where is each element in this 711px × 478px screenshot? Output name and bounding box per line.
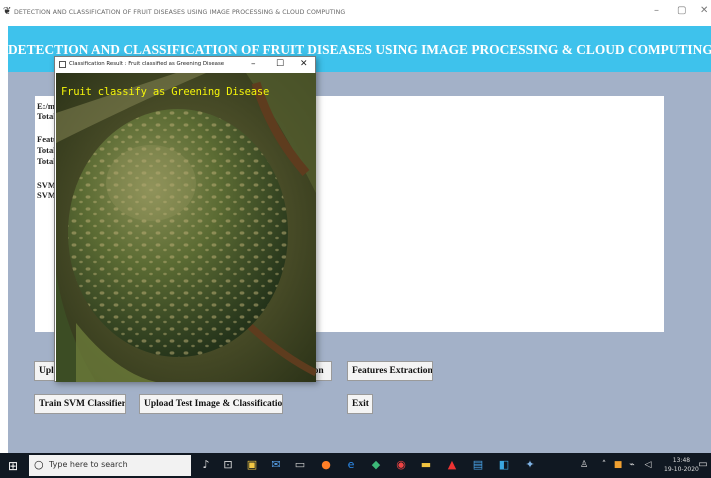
notification-icon[interactable]: ▭ [695, 457, 711, 473]
train-svm-button[interactable]: Train SVM Classifier [34, 394, 126, 414]
window-title: DETECTION AND CLASSIFICATION OF FRUIT DI… [14, 9, 346, 16]
file-explorer-icon[interactable]: ▬ [418, 457, 434, 473]
features-extraction-button[interactable]: Features Extraction [347, 361, 433, 381]
windows-start-icon[interactable]: ⊞ [8, 459, 18, 473]
firefox-icon[interactable]: ● [318, 457, 334, 473]
popup-restore-button[interactable]: ☐ [276, 59, 284, 69]
edge-icon[interactable]: e [343, 457, 359, 473]
search-icon: ○ [34, 458, 44, 471]
minimize-button[interactable]: – [654, 5, 659, 16]
fruit-image: Fruit classify as Greening Disease [56, 73, 316, 382]
clock-date: 19-10-2020 [664, 466, 699, 473]
pdf-icon[interactable]: ▲ [444, 457, 460, 473]
search-placeholder: Type here to search [49, 460, 128, 469]
classification-overlay-text: Fruit classify as Greening Disease [61, 86, 270, 98]
popup-close-button[interactable]: ✕ [300, 59, 308, 69]
popup-title: Classification Result : Fruit classified… [69, 61, 225, 67]
popup-titlebar: Classification Result : Fruit classified… [55, 57, 315, 73]
window-titlebar: ❦ DETECTION AND CLASSIFICATION OF FRUIT … [0, 0, 711, 26]
close-button[interactable]: ✕ [700, 5, 708, 16]
chrome-icon[interactable]: ◉ [393, 457, 409, 473]
output-line: Total [37, 145, 56, 155]
upload-test-image-button[interactable]: Upload Test Image & Classification [139, 394, 283, 414]
task-view-icon[interactable]: ⊡ [220, 457, 236, 473]
window-icon [59, 61, 66, 68]
restore-button[interactable]: ▢ [677, 5, 686, 16]
output-line: E:/m [37, 101, 55, 111]
clock-time: 13:48 [672, 457, 691, 464]
mail-icon[interactable]: ✉ [268, 457, 284, 473]
taskbar: ⊞ ○ Type here to search ♪ ⊡ ▣ ✉ ▭ ● e ◆ … [0, 453, 711, 478]
volume-icon[interactable]: ◁ [640, 457, 656, 473]
app-icon[interactable]: ◆ [368, 457, 384, 473]
store-icon[interactable]: ▣ [244, 457, 260, 473]
vscode-icon[interactable]: ◧ [496, 457, 512, 473]
classification-result-window[interactable]: Classification Result : Fruit classified… [54, 56, 316, 382]
popup-minimize-button[interactable]: – [251, 59, 256, 69]
output-line: Total [37, 156, 56, 166]
taskbar-search-box[interactable]: ○ Type here to search [29, 455, 191, 476]
output-line: Total [37, 111, 56, 121]
microphone-icon[interactable]: ♪ [198, 457, 214, 473]
clock[interactable]: 13:48 19-10-2020 [664, 456, 699, 474]
feather-icon: ❦ [3, 6, 12, 17]
photos-icon[interactable]: ▭ [292, 457, 308, 473]
notepad-icon[interactable]: ▤ [470, 457, 486, 473]
exit-button[interactable]: Exit [347, 394, 373, 414]
network-icon[interactable]: ⌁ [624, 457, 640, 473]
python-icon[interactable]: ✦ [522, 457, 538, 473]
people-icon[interactable]: ♙ [576, 457, 592, 473]
